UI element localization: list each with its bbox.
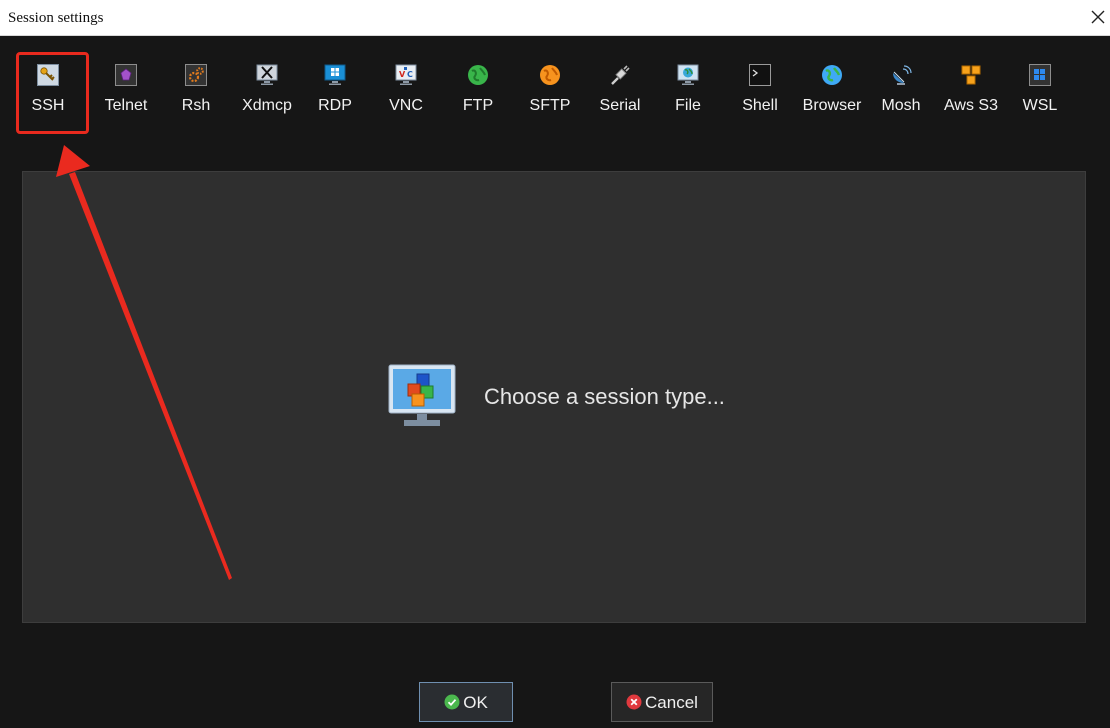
session-type-label: RDP: [318, 97, 352, 114]
session-type-browser[interactable]: Browser: [794, 50, 870, 130]
session-type-label: WSL: [1022, 97, 1058, 114]
cancel-icon: [626, 694, 642, 710]
session-type-vnc[interactable]: V C VNC: [384, 50, 428, 130]
close-icon[interactable]: [1090, 9, 1106, 25]
choose-session-prompt: Choose a session type...: [484, 384, 725, 409]
session-type-toolbar: SSH Telnet Rsh Xdmcp RDP V C VNC FTP SFT…: [22, 50, 1088, 130]
cubes-icon: [961, 65, 981, 85]
session-type-label: Xdmcp: [242, 97, 292, 114]
session-type-file[interactable]: File: [666, 50, 710, 130]
key-icon: [37, 64, 59, 86]
session-type-label: Aws S3: [944, 97, 998, 114]
session-type-label: File: [675, 97, 701, 114]
telnet-icon: [115, 64, 137, 86]
globe-icon: [822, 65, 842, 85]
ok-label: OK: [463, 693, 488, 712]
title-bar: Session settings: [0, 0, 1110, 36]
orange-globe-icon: [540, 65, 560, 85]
session-type-aws-s3[interactable]: Aws S3: [938, 50, 1004, 130]
session-type-telnet[interactable]: Telnet: [92, 50, 160, 130]
session-type-label: FTP: [462, 97, 494, 114]
vnc-icon: V C: [395, 64, 417, 85]
session-type-shell[interactable]: Shell: [738, 50, 782, 130]
terminal-icon: [749, 64, 771, 86]
session-type-label: VNC: [389, 97, 423, 114]
green-globe-icon: [468, 65, 488, 85]
session-type-label: Telnet: [104, 97, 148, 114]
session-type-mosh[interactable]: Mosh: [876, 50, 926, 130]
file-monitor-icon: [677, 64, 699, 85]
x-monitor-icon: [256, 64, 278, 85]
session-type-label: SSH: [31, 97, 65, 114]
session-type-rsh[interactable]: Rsh: [174, 50, 218, 130]
session-type-sftp[interactable]: SFTP: [522, 50, 578, 130]
svg-text:C: C: [407, 70, 413, 79]
session-type-serial[interactable]: Serial: [594, 50, 646, 130]
session-type-wsl[interactable]: WSL: [1018, 50, 1062, 130]
session-monitor-icon: [388, 364, 456, 426]
cancel-button[interactable]: Cancel: [611, 682, 713, 722]
session-type-label: Rsh: [181, 97, 211, 114]
session-settings-window: Session settings SSH Telnet Rsh Xdmcp RD…: [0, 0, 1110, 728]
session-type-ssh[interactable]: SSH: [22, 50, 74, 130]
satellite-dish-icon: [893, 65, 912, 85]
session-type-xdmcp[interactable]: Xdmcp: [236, 50, 298, 130]
svg-text:V: V: [399, 70, 406, 79]
windows-monitor-icon: [324, 64, 346, 85]
ok-button[interactable]: OK: [419, 682, 513, 722]
gears-icon: [185, 64, 207, 86]
session-type-label: SFTP: [529, 97, 571, 114]
cancel-label: Cancel: [645, 693, 698, 712]
windows-icon: [1029, 64, 1051, 86]
session-type-rdp[interactable]: RDP: [312, 50, 358, 130]
window-title: Session settings: [8, 10, 104, 26]
serial-plug-icon: [611, 65, 630, 85]
session-type-label: Browser: [802, 97, 862, 114]
check-icon: [444, 694, 460, 710]
session-type-ftp[interactable]: FTP: [456, 50, 500, 130]
session-type-label: Mosh: [881, 97, 921, 114]
session-type-label: Shell: [742, 97, 778, 114]
session-type-label: Serial: [599, 97, 641, 114]
